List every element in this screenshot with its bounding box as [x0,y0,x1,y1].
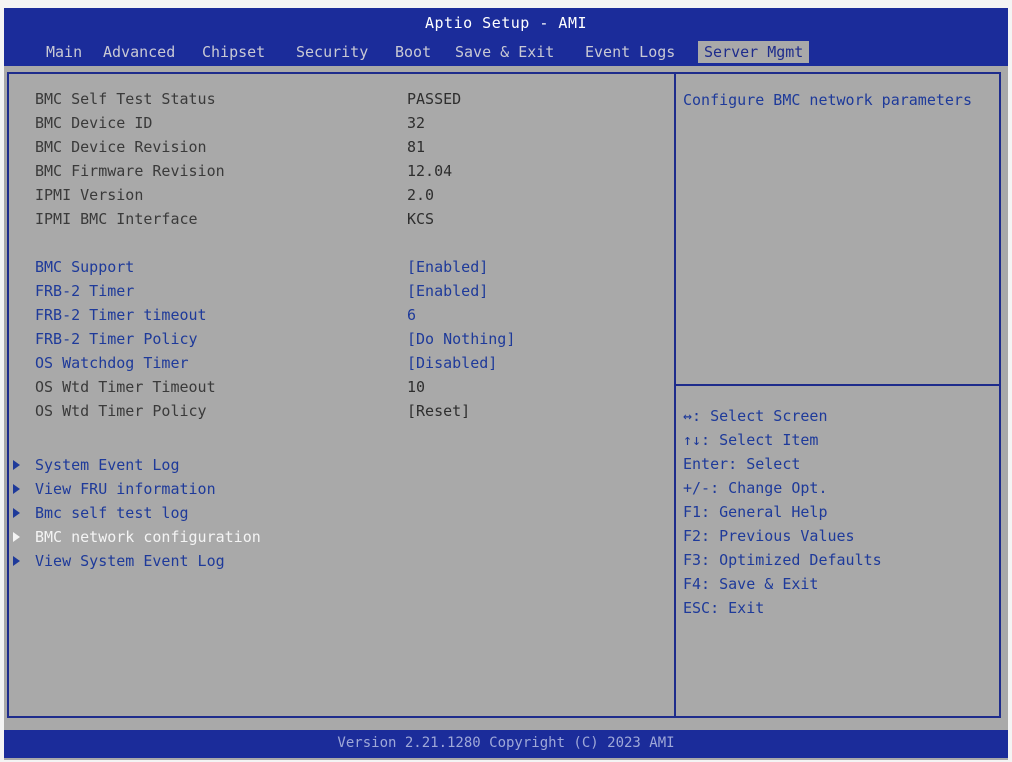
info-value: 32 [407,114,426,132]
key-hint-change-opt: +/-: Change Opt. [683,479,828,497]
submenu-label: BMC network configuration [35,528,261,546]
tab-advanced[interactable]: Advanced [101,41,177,63]
tab-boot[interactable]: Boot [393,41,433,63]
info-label: BMC Device ID [35,114,153,132]
submenu-label: View FRU information [35,480,216,498]
header-bar: Aptio Setup - AMI Main Advanced Chipset … [4,8,1008,66]
submenu-arrow-icon [13,556,20,566]
info-value: 12.04 [407,162,453,180]
tab-save-exit[interactable]: Save & Exit [453,41,556,63]
setting-label: OS Watchdog Timer [35,354,189,372]
submenu-arrow-icon [13,532,20,542]
setting-value[interactable]: 6 [407,304,416,326]
tab-security[interactable]: Security [294,41,370,63]
submenu-view-fru-information[interactable]: View FRU information [9,478,609,500]
info-label: BMC Firmware Revision [35,162,225,180]
setting-label: FRB-2 Timer [35,282,135,300]
key-hint-f2: F2: Previous Values [683,527,855,545]
setting-value[interactable]: [Enabled] [407,280,488,302]
submenu-view-system-event-log[interactable]: View System Event Log [9,550,609,572]
info-label: BMC Device Revision [35,138,207,156]
submenu-bmc-network-configuration[interactable]: BMC network configuration [9,526,609,548]
setting-value: 10 [407,378,426,396]
footer-bar: Version 2.21.1280 Copyright (C) 2023 AMI [4,730,1008,758]
setting-value[interactable]: [Enabled] [407,256,488,278]
submenu-label: System Event Log [35,456,180,474]
info-value: KCS [407,210,435,228]
version-text: Version 2.21.1280 Copyright (C) 2023 AMI [337,735,675,751]
setting-value: [Reset] [407,402,471,420]
main-frame: BMC Self Test Status PASSED BMC Device I… [7,72,1001,718]
info-label: IPMI Version [35,186,144,204]
tab-chipset[interactable]: Chipset [200,41,267,63]
tab-event-logs[interactable]: Event Logs [583,41,677,63]
tab-server-mgmt[interactable]: Server Mgmt [698,41,810,63]
setting-value[interactable]: [Do Nothing] [407,328,515,350]
key-hint-select-screen: ↔: Select Screen [683,407,828,425]
submenu-system-event-log[interactable]: System Event Log [9,454,609,476]
info-value: 2.0 [407,186,435,204]
submenu-arrow-icon [13,484,20,494]
submenu-arrow-icon [13,460,20,470]
key-hint-select-item: ↑↓: Select Item [683,431,819,449]
submenu-bmc-self-test-log[interactable]: Bmc self test log [9,502,609,524]
info-value: 81 [407,138,426,156]
help-description: Configure BMC network parameters [683,91,972,109]
setting-label: OS Wtd Timer Timeout [35,378,216,396]
submenu-arrow-icon [13,508,20,518]
info-label: BMC Self Test Status [35,90,216,108]
key-hint-f4: F4: Save & Exit [683,575,819,593]
setting-label: OS Wtd Timer Policy [35,402,207,420]
key-hint-f1: F1: General Help [683,503,828,521]
tab-main[interactable]: Main [44,41,84,63]
bios-screen: Aptio Setup - AMI Main Advanced Chipset … [4,8,1008,760]
tab-bar: Main Advanced Chipset Security Boot Save… [4,41,1008,63]
setting-label: BMC Support [35,258,135,276]
setting-label: FRB-2 Timer timeout [35,306,207,324]
panel-divider [674,74,676,716]
submenu-label: Bmc self test log [35,504,189,522]
setting-label: FRB-2 Timer Policy [35,330,198,348]
submenu-label: View System Event Log [35,552,225,570]
key-hint-esc: ESC: Exit [683,599,765,617]
info-label: IPMI BMC Interface [35,210,198,228]
setting-value[interactable]: [Disabled] [407,352,497,374]
key-hint-f3: F3: Optimized Defaults [683,551,882,569]
help-divider [676,384,1001,386]
info-value: PASSED [407,90,462,108]
app-title: Aptio Setup - AMI [424,14,588,32]
key-hint-enter: Enter: Select [683,455,801,473]
